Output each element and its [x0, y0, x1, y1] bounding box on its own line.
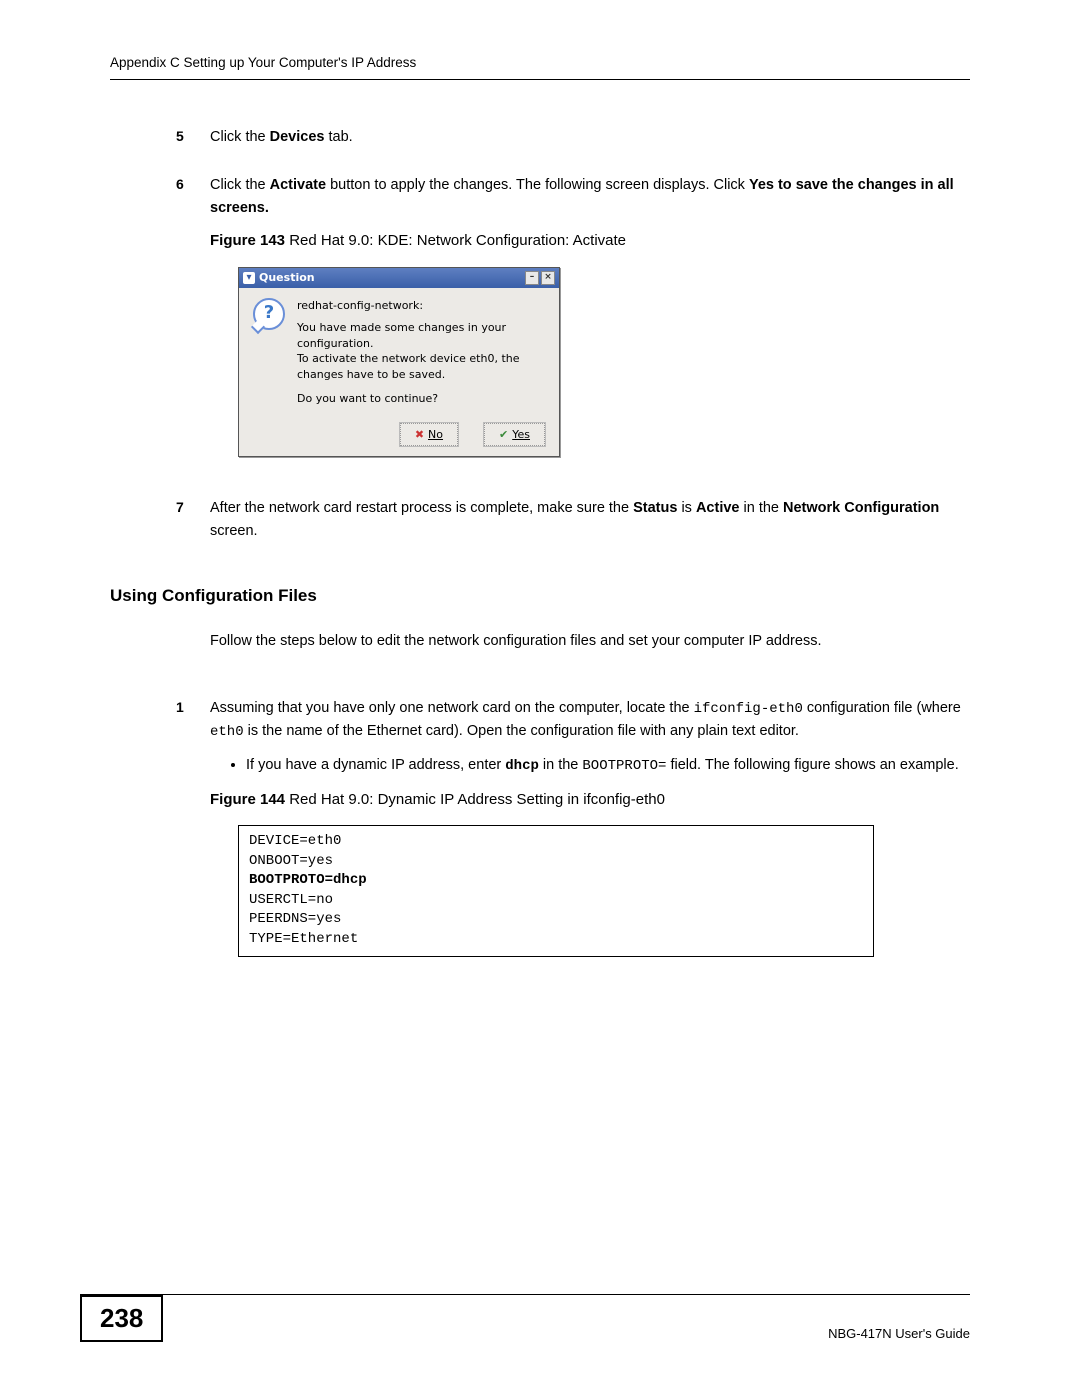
step-number: 7	[176, 497, 184, 519]
section-heading: Using Configuration Files	[110, 586, 970, 606]
text: configuration file (where	[803, 700, 961, 716]
text: in the	[539, 757, 583, 773]
step-list-b: 1 Assuming that you have only one networ…	[182, 697, 970, 957]
bold: Network Configuration	[783, 500, 939, 516]
code-inline: ifconfig-eth0	[694, 701, 803, 717]
minimize-icon[interactable]: –	[525, 271, 539, 285]
text: After the network card restart process i…	[210, 500, 633, 516]
question-icon: ?	[253, 298, 285, 330]
text: Click the	[210, 177, 270, 193]
figure-label: Figure 143	[210, 232, 285, 249]
ifconfig-code-block: DEVICE=eth0 ONBOOT=yes BOOTPROTO=dhcp US…	[238, 825, 874, 957]
no-button[interactable]: ✖ No	[400, 423, 458, 446]
step-number: 1	[176, 697, 184, 719]
figure-text: Red Hat 9.0: Dynamic IP Address Setting …	[285, 791, 665, 808]
page-header: Appendix C Setting up Your Computer's IP…	[110, 55, 970, 80]
question-dialog: ▾ Question – × ? redhat-config-network: …	[238, 267, 560, 458]
bold: Activate	[270, 177, 326, 193]
text: button to apply the changes. The followi…	[326, 177, 749, 193]
step-6: 6 Click the Activate button to apply the…	[182, 174, 970, 457]
text: is	[677, 500, 696, 516]
msg-line: To activate the network device eth0, the…	[297, 351, 545, 383]
intro-paragraph: Follow the steps below to edit the netwo…	[210, 630, 970, 652]
figure-label: Figure 144	[210, 791, 285, 808]
text: Click the	[210, 129, 270, 145]
msg-line: You have made some changes in your confi…	[297, 320, 545, 352]
bold: Active	[696, 500, 740, 516]
code-inline: BOOTPROTO=	[582, 758, 666, 774]
bold: Status	[633, 500, 677, 516]
x-icon: ✖	[415, 426, 424, 443]
dialog-titlebar: ▾ Question – ×	[239, 268, 559, 288]
page-number: 238	[80, 1295, 163, 1342]
figure-143-caption: Figure 143 Red Hat 9.0: KDE: Network Con…	[210, 229, 970, 252]
msg-line: Do you want to continue?	[297, 391, 545, 407]
dialog-title: Question	[259, 269, 315, 286]
guide-title: NBG-417N User's Guide	[828, 1318, 970, 1341]
code-inline: eth0	[210, 724, 244, 740]
code-inline-bold: dhcp	[505, 758, 539, 774]
text: field. The following figure shows an exa…	[666, 757, 958, 773]
step-number: 5	[176, 126, 184, 148]
text: If you have a dynamic IP address, enter	[246, 757, 505, 773]
step-b1: 1 Assuming that you have only one networ…	[182, 697, 970, 957]
yes-button[interactable]: ✔ Yes	[484, 423, 545, 446]
step-list-a: 5 Click the Devices tab. 6 Click the Act…	[182, 126, 970, 542]
step-number: 6	[176, 174, 184, 196]
program-name: redhat-config-network:	[297, 298, 545, 314]
text: screen.	[210, 523, 258, 539]
figure-143-image: ▾ Question – × ? redhat-config-network: …	[238, 267, 970, 458]
text: Assuming that you have only one network …	[210, 700, 694, 716]
bullet-item: If you have a dynamic IP address, enter …	[246, 754, 970, 778]
sub-bullet-list: If you have a dynamic IP address, enter …	[210, 754, 970, 778]
bold: Devices	[270, 129, 325, 145]
text: is the name of the Ethernet card). Open …	[244, 723, 799, 739]
system-menu-icon[interactable]: ▾	[243, 272, 255, 284]
dialog-message: redhat-config-network: You have made som…	[297, 298, 545, 408]
figure-text: Red Hat 9.0: KDE: Network Configuration:…	[285, 232, 626, 249]
step-7: 7 After the network card restart process…	[182, 497, 970, 542]
figure-144-caption: Figure 144 Red Hat 9.0: Dynamic IP Addre…	[210, 788, 970, 811]
page-footer: 238 NBG-417N User's Guide	[80, 1294, 970, 1341]
text: in the	[739, 500, 783, 516]
step-5: 5 Click the Devices tab.	[182, 126, 970, 148]
close-icon[interactable]: ×	[541, 271, 555, 285]
check-icon: ✔	[499, 426, 508, 443]
text: tab.	[324, 129, 352, 145]
